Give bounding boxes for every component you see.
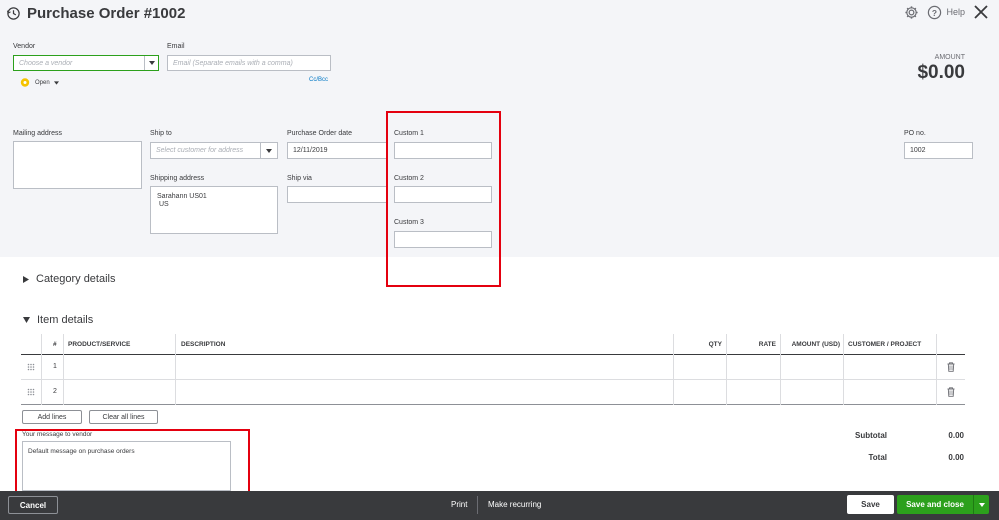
row-number-2: 2 bbox=[53, 388, 57, 395]
message-label: Your message to vendor bbox=[22, 431, 93, 438]
item-details-toggle[interactable]: Item details bbox=[23, 314, 93, 326]
email-placeholder: Email (Separate emails with a comma) bbox=[173, 59, 293, 67]
trash-icon[interactable] bbox=[947, 362, 955, 372]
custom3-field[interactable] bbox=[394, 231, 492, 248]
col-header-description: DESCRIPTION bbox=[181, 341, 226, 348]
help-button[interactable]: ? Help bbox=[927, 5, 965, 20]
save-and-close-group: Save and close bbox=[897, 495, 989, 514]
chevron-down-icon bbox=[53, 80, 59, 85]
ship-to-select[interactable]: Select customer for address bbox=[150, 142, 278, 159]
clear-all-lines-button[interactable]: Clear all lines bbox=[89, 410, 158, 424]
make-recurring-link[interactable]: Make recurring bbox=[488, 500, 541, 509]
shipping-address-field[interactable]: Sarahann US01 US bbox=[150, 186, 278, 234]
category-details-label: Category details bbox=[36, 273, 116, 285]
shipping-address-line2: US bbox=[159, 201, 169, 208]
save-button[interactable]: Save bbox=[847, 495, 894, 514]
email-label: Email bbox=[167, 43, 185, 50]
vendor-select[interactable]: Choose a vendor bbox=[13, 55, 159, 71]
custom1-field[interactable] bbox=[394, 142, 492, 159]
col-header-number: # bbox=[53, 341, 57, 348]
shipping-address-line1: Sarahann US01 bbox=[157, 193, 207, 200]
po-date-field[interactable]: 12/11/2019 bbox=[287, 142, 387, 159]
svg-text:?: ? bbox=[932, 7, 937, 17]
col-header-product: PRODUCT/SERVICE bbox=[68, 341, 131, 348]
mailing-address-field[interactable] bbox=[13, 141, 142, 189]
col-header-customer: CUSTOMER / PROJECT bbox=[848, 341, 922, 348]
status-tag-icon bbox=[20, 78, 30, 87]
col-header-qty: QTY bbox=[708, 341, 722, 348]
header-actions: ? Help bbox=[904, 4, 989, 20]
message-textarea[interactable]: Default message on purchase orders bbox=[22, 441, 231, 491]
po-date-label: Purchase Order date bbox=[287, 130, 352, 137]
mailing-address-label: Mailing address bbox=[13, 130, 63, 137]
subtotal-label: Subtotal bbox=[855, 431, 887, 440]
shipping-address-label: Shipping address bbox=[150, 175, 205, 182]
help-icon: ? bbox=[928, 5, 942, 19]
print-link[interactable]: Print bbox=[451, 500, 467, 509]
custom3-label: Custom 3 bbox=[394, 219, 424, 226]
subtotal-value: 0.00 bbox=[948, 431, 964, 440]
custom1-label: Custom 1 bbox=[394, 130, 424, 137]
chevron-down-icon[interactable] bbox=[260, 143, 277, 158]
title-row: Purchase Order #1002 bbox=[6, 4, 185, 22]
category-details-toggle[interactable]: Category details bbox=[23, 273, 116, 285]
drag-handle-icon[interactable] bbox=[27, 363, 35, 371]
item-table: # PRODUCT/SERVICE DESCRIPTION QTY RATE A… bbox=[21, 334, 965, 405]
po-number-label: PO no. bbox=[904, 130, 926, 137]
item-details-label: Item details bbox=[37, 314, 94, 326]
po-date-value: 12/11/2019 bbox=[293, 147, 328, 154]
vendor-placeholder: Choose a vendor bbox=[19, 59, 73, 67]
help-label: Help bbox=[946, 7, 965, 17]
col-header-amount: AMOUNT (USD) bbox=[791, 341, 840, 348]
recent-history-icon[interactable] bbox=[6, 6, 21, 21]
custom2-label: Custom 2 bbox=[394, 175, 424, 182]
amount-value: $0.00 bbox=[917, 62, 965, 83]
caret-right-icon bbox=[23, 275, 29, 283]
caret-down-icon bbox=[23, 317, 30, 323]
trash-icon[interactable] bbox=[947, 387, 955, 397]
ship-via-field[interactable] bbox=[287, 186, 387, 203]
po-number-field[interactable]: 1002 bbox=[904, 142, 973, 159]
message-text: Default message on purchase orders bbox=[28, 448, 135, 455]
total-value: 0.00 bbox=[948, 453, 964, 462]
drag-handle-icon[interactable] bbox=[27, 388, 35, 396]
email-field[interactable]: Email (Separate emails with a comma) bbox=[167, 55, 331, 71]
chevron-down-icon[interactable] bbox=[973, 495, 989, 514]
cc-bcc-link[interactable]: Cc/Bcc bbox=[309, 77, 328, 83]
total-label: Total bbox=[868, 453, 887, 462]
footer-divider bbox=[477, 496, 478, 514]
ship-via-label: Ship via bbox=[287, 175, 312, 182]
add-lines-button[interactable]: Add lines bbox=[22, 410, 82, 424]
po-number-value: 1002 bbox=[910, 147, 926, 154]
ship-to-label: Ship to bbox=[150, 130, 172, 137]
gear-icon[interactable] bbox=[904, 5, 919, 20]
cancel-button[interactable]: Cancel bbox=[8, 496, 58, 514]
close-icon[interactable] bbox=[973, 4, 989, 20]
vendor-label: Vendor bbox=[13, 43, 36, 50]
amount-label: AMOUNT bbox=[934, 54, 965, 61]
page-title: Purchase Order #1002 bbox=[27, 4, 186, 22]
status-label: Open bbox=[35, 79, 50, 86]
save-and-close-button[interactable]: Save and close bbox=[897, 500, 973, 509]
custom2-field[interactable] bbox=[394, 186, 492, 203]
ship-to-placeholder: Select customer for address bbox=[156, 147, 244, 154]
chevron-down-icon[interactable] bbox=[144, 56, 158, 70]
status-badge[interactable]: Open bbox=[19, 78, 59, 87]
row-number-1: 1 bbox=[53, 363, 57, 370]
col-header-rate: RATE bbox=[758, 341, 776, 348]
